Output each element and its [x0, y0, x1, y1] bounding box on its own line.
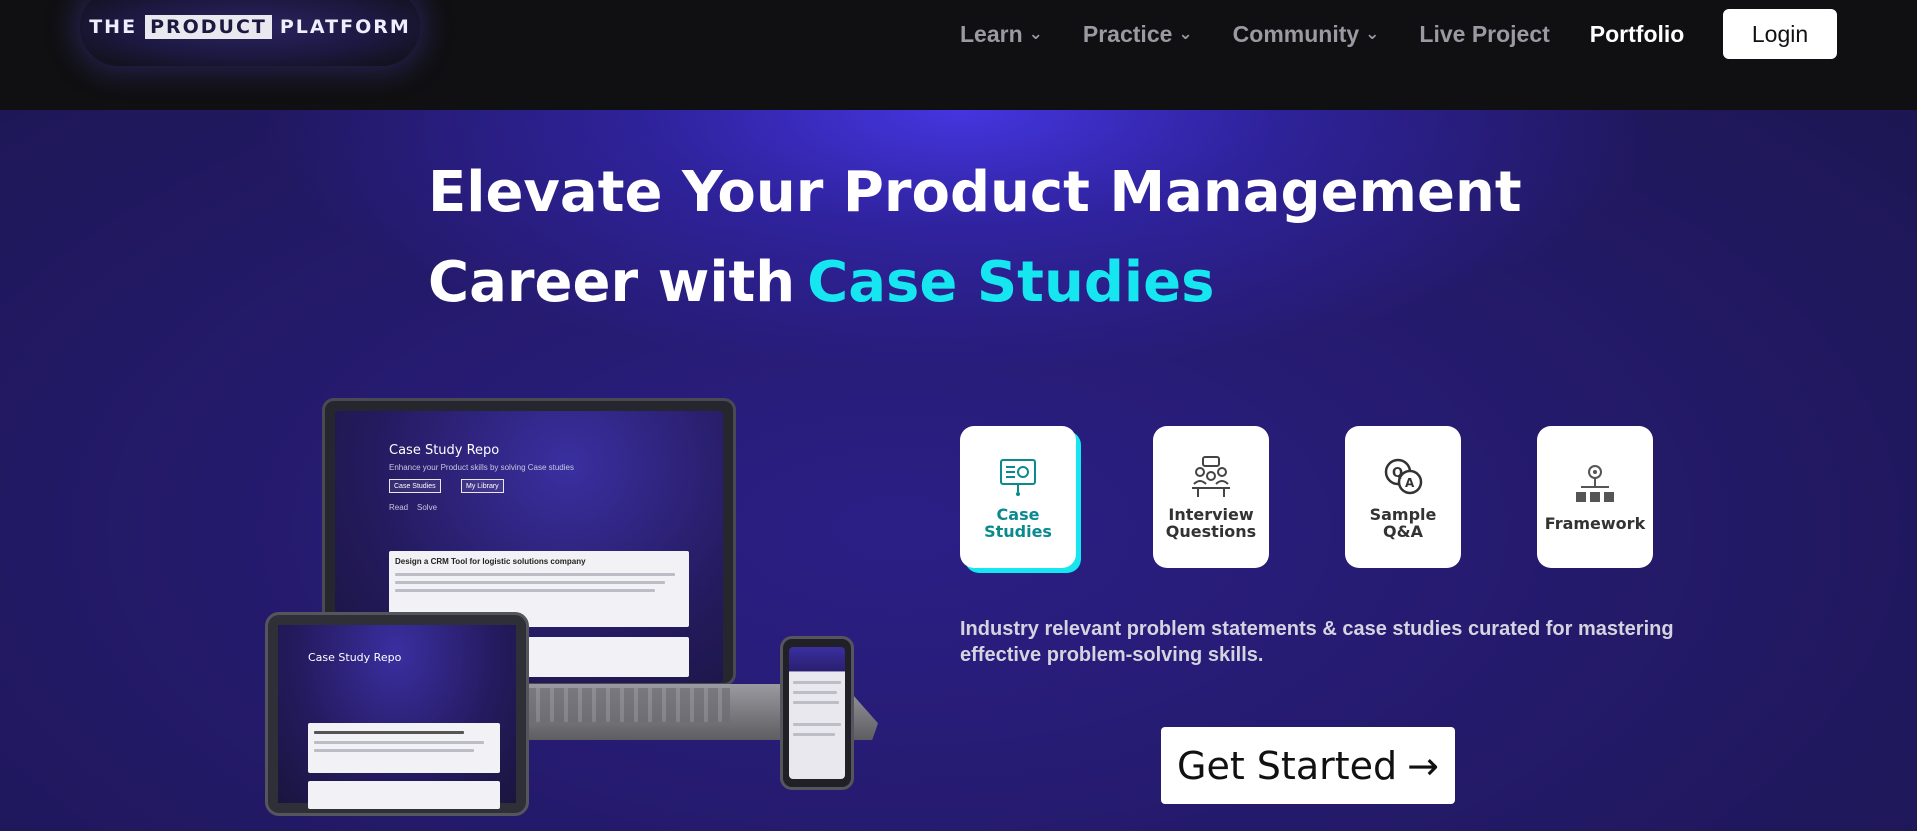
mockup-subtitle: Enhance your Product skills by solving C… — [389, 463, 574, 472]
card-label: Sample Q&A — [1370, 506, 1437, 540]
mockup-solve: Solve — [417, 503, 438, 512]
nav-item-practice[interactable]: Practice ⌄ — [1083, 21, 1193, 48]
login-button[interactable]: Login — [1723, 9, 1837, 59]
get-started-label: Get Started — [1177, 743, 1398, 788]
nav-item-label: Portfolio — [1589, 20, 1685, 47]
mockup-title: Case Study Repo — [308, 651, 402, 664]
card-label-line-1: Sample — [1369, 505, 1437, 524]
headline-accent: Case Studies — [807, 250, 1215, 315]
nav-item-learn[interactable]: Learn ⌄ — [960, 21, 1043, 48]
phone-screen-content — [789, 647, 845, 779]
phone-mockup — [780, 636, 854, 790]
chevron-down-icon: ⌄ — [1028, 24, 1043, 43]
headline-line-2-text: Career with — [428, 250, 796, 315]
arrow-right-icon: → — [1407, 743, 1439, 788]
mockup-tab-case-studies: Case Studies — [389, 479, 441, 493]
headline-line-2: Career with Case Studies — [428, 238, 1522, 328]
card-label: Framework — [1545, 515, 1645, 532]
mockup-line — [395, 589, 655, 592]
card-label-line-1: Interview — [1168, 505, 1254, 524]
card-label-line-2: Studies — [984, 522, 1052, 541]
nav-item-label: Community — [1232, 20, 1360, 47]
mockup-line — [314, 749, 474, 752]
mockup-line — [395, 581, 665, 584]
interview-people-icon — [1192, 456, 1230, 497]
card-label-line-1: Framework — [1544, 513, 1646, 533]
chevron-down-icon: ⌄ — [1365, 24, 1380, 43]
mockup-line — [314, 741, 484, 744]
tablet-screen-content: Case Study Repo — [278, 625, 516, 809]
navbar: THE PRODUCT PLATFORM Learn ⌄ Practice ⌄ … — [0, 0, 1917, 110]
hero-description: Industry relevant problem statements & c… — [960, 618, 1674, 666]
mockup-line — [793, 723, 841, 726]
logo-highlight: PRODUCT — [145, 15, 272, 39]
hierarchy-icon — [1576, 464, 1614, 502]
mockup-card-title: Design a CRM Tool for logistic solutions… — [395, 557, 586, 566]
card-label: Case Studies — [984, 506, 1052, 540]
logo[interactable]: THE PRODUCT PLATFORM — [80, 0, 420, 66]
card-case-studies[interactable]: Case Studies — [960, 426, 1076, 568]
nav-links: Learn ⌄ Practice ⌄ Community ⌄ Live Proj… — [960, 14, 1684, 54]
mockup-read: Read — [389, 503, 409, 512]
nav-item-community[interactable]: Community ⌄ — [1233, 21, 1380, 48]
card-label: Interview Questions — [1166, 506, 1256, 540]
mockup-line — [793, 691, 837, 694]
logo-suffix: PLATFORM — [279, 16, 411, 38]
mockup-tab-my-library: My Library — [461, 479, 504, 493]
card-sample-qa[interactable]: Q A Sample Q&A — [1345, 426, 1461, 568]
card-interview-questions[interactable]: Interview Questions — [1153, 426, 1269, 568]
nav-item-live-project[interactable]: Live Project — [1419, 21, 1549, 48]
hero-headline: Elevate Your Product Management Career w… — [428, 148, 1522, 328]
get-started-button[interactable]: Get Started → — [1161, 727, 1455, 804]
mockup-title: Case Study Repo — [389, 443, 500, 458]
mockup-line — [793, 701, 839, 704]
logo-prefix: THE — [89, 16, 138, 38]
chevron-down-icon: ⌄ — [1178, 24, 1193, 43]
nav-item-label: Learn — [960, 20, 1023, 47]
tablet-mockup: Case Study Repo — [265, 612, 529, 816]
svg-text:Q: Q — [1392, 466, 1403, 481]
mockup-line — [314, 731, 464, 734]
nav-item-portfolio[interactable]: Portfolio — [1590, 21, 1685, 48]
qa-bubbles-icon: Q A — [1384, 458, 1423, 495]
logo-text: THE PRODUCT PLATFORM — [89, 15, 411, 39]
nav-item-label: Practice — [1082, 20, 1173, 47]
svg-text:A: A — [1405, 476, 1415, 490]
mockup-line — [793, 733, 835, 736]
presentation-board-icon — [1000, 459, 1036, 496]
mockup-case-card — [308, 781, 500, 809]
mockup-line — [395, 573, 675, 576]
card-label-line-2: Questions — [1165, 522, 1257, 541]
card-framework[interactable]: Framework — [1537, 426, 1653, 568]
headline-line-1: Elevate Your Product Management — [428, 160, 1522, 225]
mockup-line — [793, 681, 841, 684]
nav-item-label: Live Project — [1419, 20, 1550, 47]
card-label-line-2: Q&A — [1383, 522, 1423, 541]
mockup-case-card — [308, 723, 500, 773]
card-label-line-1: Case — [996, 505, 1040, 524]
